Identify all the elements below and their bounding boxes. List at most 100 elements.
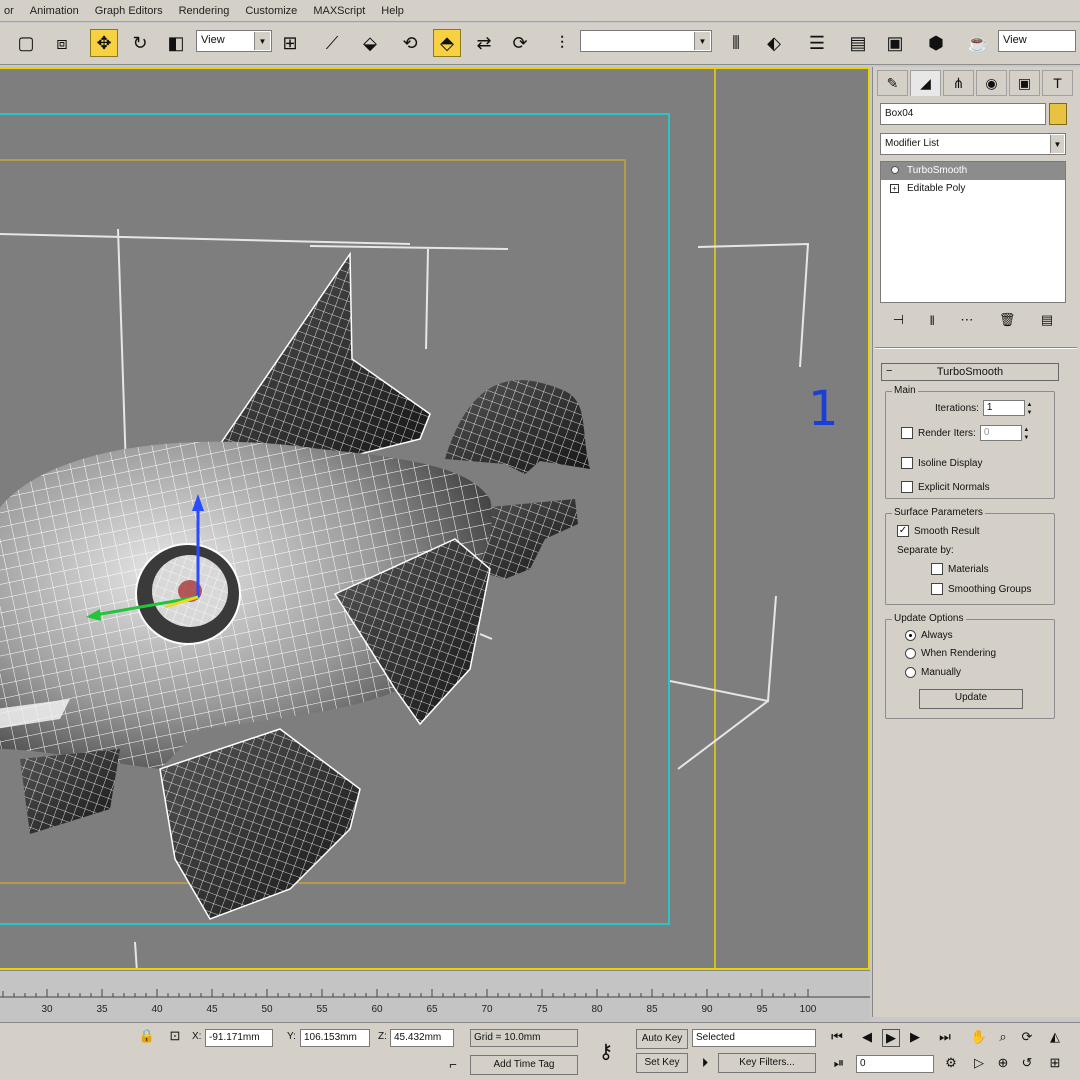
y-label: Y: xyxy=(287,1031,296,1042)
pin-stack-icon[interactable]: ⊣ xyxy=(893,312,904,328)
remove-modifier-icon[interactable]: 🗑 xyxy=(999,312,1016,328)
update-group-title: Update Options xyxy=(892,613,966,624)
configure-modifier-sets-icon[interactable]: ▤ xyxy=(1041,312,1053,328)
lock-icon[interactable]: 🔒 xyxy=(138,1028,156,1044)
orbit-icon[interactable]: ⟳ xyxy=(1018,1029,1036,1045)
menu-item-customize[interactable]: Customize xyxy=(245,5,297,17)
curve-editor-icon[interactable]: ▤ xyxy=(844,29,872,57)
maximize-viewport-icon[interactable]: ⊞ xyxy=(1046,1055,1064,1071)
edit-named-selection-icon[interactable]: ⟳ xyxy=(506,29,534,57)
smoothing-groups-checkbox[interactable] xyxy=(931,583,943,595)
field-of-view-icon[interactable]: ◭ xyxy=(1046,1029,1064,1045)
explicit-normals-checkbox[interactable] xyxy=(901,481,913,493)
key-mode-select[interactable]: Selected xyxy=(692,1029,816,1047)
time-configuration-icon[interactable]: ⚙ xyxy=(942,1055,960,1071)
y-coordinate-field[interactable]: 106.153mm xyxy=(300,1029,370,1047)
materials-checkbox[interactable] xyxy=(931,563,943,575)
iterations-spinner[interactable]: 1 ▲ ▼ xyxy=(982,400,1032,416)
previous-frame-icon[interactable]: ◀ xyxy=(858,1029,876,1045)
absolute-mode-icon[interactable]: ⊡ xyxy=(166,1028,184,1044)
render-setup-icon[interactable]: ☕ xyxy=(964,29,992,57)
key-filters-button[interactable]: Key Filters... xyxy=(718,1053,816,1073)
zoom-extents-icon[interactable]: ⊕ xyxy=(994,1055,1012,1071)
align-icon[interactable]: ⬖ xyxy=(760,29,788,57)
render-iters-checkbox[interactable] xyxy=(901,427,913,439)
add-time-tag-button[interactable]: Add Time Tag xyxy=(470,1055,578,1075)
menu-item-graph-editors[interactable]: Graph Editors xyxy=(95,5,163,17)
modify-tab-icon[interactable]: ◢ xyxy=(910,70,941,96)
layer-manager-icon[interactable]: ☰ xyxy=(803,29,831,57)
go-to-start-icon[interactable]: ⏮ xyxy=(828,1029,846,1045)
stack-item-editable-poly[interactable]: + Editable Poly xyxy=(881,180,1065,198)
snap-toggle-icon[interactable]: ⬙ xyxy=(356,29,384,57)
isoline-checkbox[interactable] xyxy=(901,457,913,469)
schematic-view-icon[interactable]: ▣ xyxy=(881,29,909,57)
angle-snap-icon[interactable]: ⟲ xyxy=(396,29,424,57)
turbosmooth-rollout-header[interactable]: − TurboSmooth xyxy=(881,363,1059,381)
named-selection-select[interactable]: ▼ xyxy=(580,30,712,52)
when-rendering-radio[interactable] xyxy=(905,648,916,659)
select-by-name-icon[interactable]: ⧈ xyxy=(48,29,76,57)
spinner-arrows-icon[interactable]: ▲ ▼ xyxy=(1025,401,1034,417)
material-editor-icon[interactable]: ⬢ xyxy=(922,29,950,57)
current-frame-field[interactable]: 0 xyxy=(856,1055,934,1073)
tick-label: 90 xyxy=(701,1004,713,1015)
key-mode-toggle-icon[interactable]: ⏯ xyxy=(830,1055,848,1071)
percent-snap-icon[interactable]: ⬘ xyxy=(433,29,461,57)
select-object-icon[interactable]: ▢ xyxy=(12,29,40,57)
status-bar: 🔒 ⊡ X: -91.171mm Y: 106.153mm Z: 45.432m… xyxy=(0,1022,1080,1080)
set-key-icon[interactable]: ⏵ xyxy=(696,1055,714,1071)
pan-icon[interactable]: ✋ xyxy=(970,1029,988,1045)
make-unique-icon[interactable]: ⋯ xyxy=(960,312,973,328)
arc-rotate-icon[interactable]: ↺ xyxy=(1018,1055,1036,1071)
walk-through-icon[interactable]: ▷ xyxy=(970,1055,988,1071)
manipulate-icon[interactable]: ⟋ xyxy=(318,29,346,57)
display-tab-icon[interactable]: ▣ xyxy=(1009,70,1040,96)
smooth-result-checkbox[interactable]: ✓ xyxy=(897,525,909,537)
show-end-result-icon[interactable]: ‖ xyxy=(930,313,935,328)
render-iters-spinner[interactable]: 0 ▲ ▼ xyxy=(979,425,1029,441)
select-and-move-icon[interactable]: ✥ xyxy=(90,29,118,57)
key-icon[interactable]: ⚷ xyxy=(592,1039,620,1064)
utilities-tab-icon[interactable]: T xyxy=(1042,70,1073,96)
lightbulb-icon[interactable] xyxy=(891,166,899,174)
materials-row: Materials xyxy=(931,563,989,575)
object-color-swatch[interactable] xyxy=(1049,103,1067,125)
create-tab-icon[interactable]: ✎ xyxy=(877,70,908,96)
select-and-scale-icon[interactable]: ◧ xyxy=(162,29,190,57)
spinner-arrows-icon[interactable]: ▲ ▼ xyxy=(1022,426,1031,442)
select-and-rotate-icon[interactable]: ↻ xyxy=(126,29,154,57)
manually-radio[interactable] xyxy=(905,667,916,678)
render-view-select[interactable]: View xyxy=(998,30,1076,52)
menu-item-rendering[interactable]: Rendering xyxy=(179,5,230,17)
object-name-field[interactable]: Box04 xyxy=(880,103,1046,125)
main-toolbar: ▢ ⧈ ✥ ↻ ◧ View ▼ ⊞ ⟋ ⬙ ⟲ ⬘ ⇄ ⟳ ⫶ ▼ ⫴ ⬖ ☰… xyxy=(0,23,1080,65)
always-radio[interactable] xyxy=(905,630,916,641)
menu-item-animation[interactable]: Animation xyxy=(30,5,79,17)
menu-item-or[interactable]: or xyxy=(4,5,14,17)
spinner-snap-icon[interactable]: ⇄ xyxy=(470,29,498,57)
x-coordinate-field[interactable]: -91.171mm xyxy=(205,1029,273,1047)
menu-item-maxscript[interactable]: MAXScript xyxy=(313,5,365,17)
modifier-list-select[interactable]: Modifier List ▼ xyxy=(880,133,1066,155)
play-icon[interactable]: ▶ xyxy=(882,1029,900,1047)
materials-label: Materials xyxy=(948,563,989,575)
go-to-end-icon[interactable]: ⏭ xyxy=(936,1029,954,1045)
perspective-viewport[interactable]: 1 xyxy=(0,67,870,970)
hierarchy-tab-icon[interactable]: ⋔ xyxy=(943,70,974,96)
motion-tab-icon[interactable]: ◉ xyxy=(976,70,1007,96)
stack-item-turbosmooth[interactable]: TurboSmooth xyxy=(881,162,1065,180)
zoom-icon[interactable]: ⌕ xyxy=(994,1029,1012,1045)
set-key-button[interactable]: Set Key xyxy=(636,1053,688,1073)
z-coordinate-field[interactable]: 45.432mm xyxy=(390,1029,454,1047)
named-selection-icon[interactable]: ⫶ xyxy=(548,29,576,57)
next-frame-icon[interactable]: ▶ xyxy=(906,1029,924,1045)
track-bar[interactable]: 30 35 40 45 50 55 60 65 70 75 80 85 90 9… xyxy=(0,970,870,1022)
mirror-icon[interactable]: ⫴ xyxy=(722,29,750,57)
expand-icon[interactable]: + xyxy=(890,184,899,193)
auto-key-button[interactable]: Auto Key xyxy=(636,1029,688,1049)
menu-item-help[interactable]: Help xyxy=(381,5,404,17)
pivot-center-icon[interactable]: ⊞ xyxy=(276,29,304,57)
reference-coord-select[interactable]: View ▼ xyxy=(196,30,272,52)
update-button[interactable]: Update xyxy=(919,689,1023,709)
